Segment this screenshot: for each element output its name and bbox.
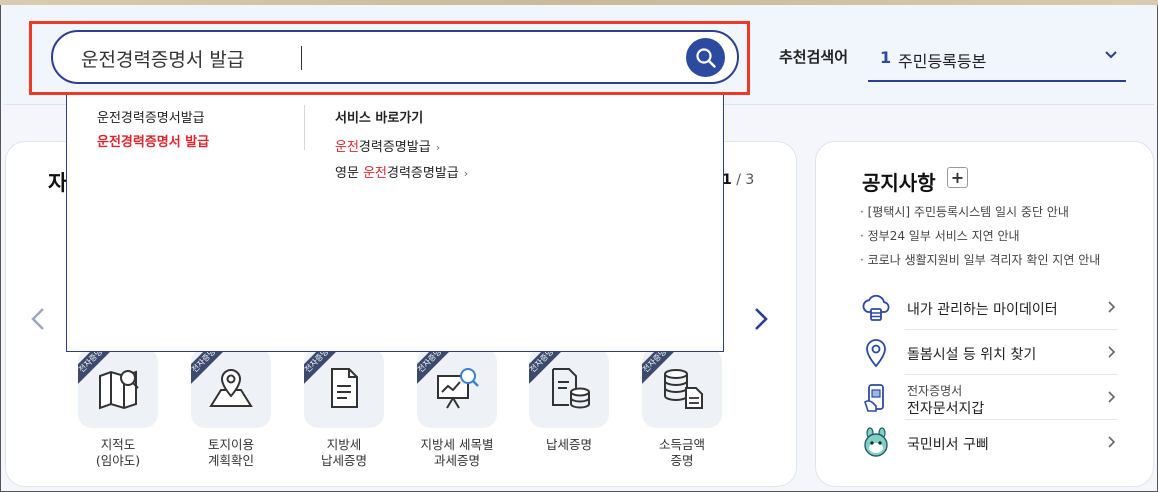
chevron-right-icon: › — [435, 141, 441, 154]
search-box[interactable] — [51, 30, 739, 84]
service-item-income[interactable]: 전자증명 소득금액 증명 — [632, 348, 732, 469]
chevron-right-icon — [1108, 301, 1116, 313]
search-input[interactable] — [81, 44, 661, 72]
chevron-right-icon: › — [463, 167, 469, 180]
chevron-right-icon — [1108, 436, 1116, 448]
suggestion-item-highlighted[interactable]: 운전경력증명서 발급 — [97, 131, 209, 150]
notice-title: 공지사항 — [862, 171, 936, 195]
chevron-down-icon — [1105, 51, 1117, 59]
quick-link-gubbi[interactable]: 국민비서 구삐 — [860, 421, 1117, 465]
quick-link-label: 전자문서지갑 — [907, 401, 985, 417]
service-label: 지방세 세목별 과세증명 — [420, 437, 494, 468]
recommended-select[interactable]: 1 주민등록등본 — [868, 36, 1126, 82]
pager-total: / 3 — [731, 172, 755, 188]
notice-item[interactable]: · 코로나 생활지원비 일부 격리자 확인 지연 안내 — [860, 251, 1100, 268]
service-item-tax-by-item[interactable]: 전자증명 지방세 세목별 과세증명 — [407, 348, 507, 469]
service-tile: 전자증명 — [642, 348, 722, 428]
divider — [905, 374, 1117, 375]
cloud-data-icon — [862, 294, 890, 321]
chevron-right-icon — [1108, 346, 1116, 358]
service-label: 지적도 (임야도) — [95, 437, 141, 468]
recommended-number: 1 — [880, 48, 892, 67]
text-caret — [301, 46, 302, 70]
service-item-local-tax[interactable]: 전자증명 지방세 납세증명 — [294, 348, 394, 469]
search-icon — [695, 47, 716, 68]
service-shortcut-link[interactable]: 운전경력증명발급 › — [335, 136, 440, 155]
notice-item[interactable]: · 정부24 일부 서비스 지연 안내 — [860, 227, 1020, 244]
gubbi-mascot-icon — [864, 427, 888, 457]
service-label: 토지이용 계획확인 — [207, 437, 254, 468]
notice-item[interactable]: · [평택시] 주민등록시스템 일시 중단 안내 — [860, 203, 1069, 220]
service-tile: 전자증명 — [417, 348, 497, 428]
phone-wallet-icon — [864, 384, 884, 412]
carousel-prev-button[interactable] — [30, 307, 46, 331]
quick-link-e-wallet[interactable]: 전자증명서 전자문서지갑 — [860, 376, 1117, 420]
service-label: 소득금액 증명 — [658, 437, 705, 468]
suggestion-item[interactable]: 운전경력증명서발급 — [97, 107, 205, 126]
recommended-value: 주민등록등본 — [898, 52, 987, 71]
location-pin-icon — [866, 339, 886, 368]
quick-link-label: 내가 관리하는 마이데이터 — [907, 302, 1058, 318]
autocomplete-dropdown: 운전경력증명서발급 운전경력증명서 발급 서비스 바로가기 운전경력증명발급 › … — [66, 93, 724, 352]
coins-document-icon — [664, 369, 703, 409]
service-label: 지방세 납세증명 — [320, 437, 367, 468]
service-tile: 전자증명 — [191, 348, 271, 428]
search-button[interactable] — [686, 38, 725, 77]
land-map-pin-icon — [209, 368, 253, 407]
services-card-title: 자 — [48, 171, 68, 195]
service-item-tax-payment[interactable]: 전자증명 납세증명 — [519, 348, 619, 453]
quick-link-label: 돌봄시설 등 위치 찾기 — [907, 347, 1037, 363]
quick-link-label: 국민비서 구삐 — [907, 437, 989, 453]
divider — [905, 419, 1117, 420]
chevron-right-icon — [1108, 391, 1116, 403]
service-shortcut-heading: 서비스 바로가기 — [335, 111, 424, 126]
document-database-icon — [552, 368, 590, 409]
service-tile: 전자증명 — [78, 348, 158, 428]
quick-link-sublabel: 전자증명서 — [907, 384, 963, 398]
chart-search-icon — [437, 368, 479, 409]
divider — [304, 105, 305, 150]
service-shortcut-link[interactable]: 영문 운전경력증명발급 › — [335, 162, 468, 181]
service-tile: 전자증명 — [529, 348, 609, 428]
carousel-pager: 1 / 3 — [722, 172, 754, 188]
document-icon — [331, 368, 358, 408]
map-icon — [99, 370, 139, 410]
recommended-label: 추천검색어 — [779, 48, 849, 66]
divider — [905, 329, 1117, 330]
carousel-next-button[interactable] — [753, 307, 769, 331]
service-label: 납세증명 — [545, 437, 592, 452]
service-item-land-use[interactable]: 전자증명 토지이용 계획확인 — [181, 348, 281, 469]
service-tile: 전자증명 — [304, 348, 384, 428]
notice-more-button[interactable]: + — [947, 167, 968, 188]
service-item-cadastral-map[interactable]: 전자증명 지적도 (임야도) — [68, 348, 168, 469]
quick-link-mydata[interactable]: 내가 관리하는 마이데이터 — [860, 286, 1117, 330]
quick-link-care-facility[interactable]: 돌봄시설 등 위치 찾기 — [860, 331, 1117, 375]
